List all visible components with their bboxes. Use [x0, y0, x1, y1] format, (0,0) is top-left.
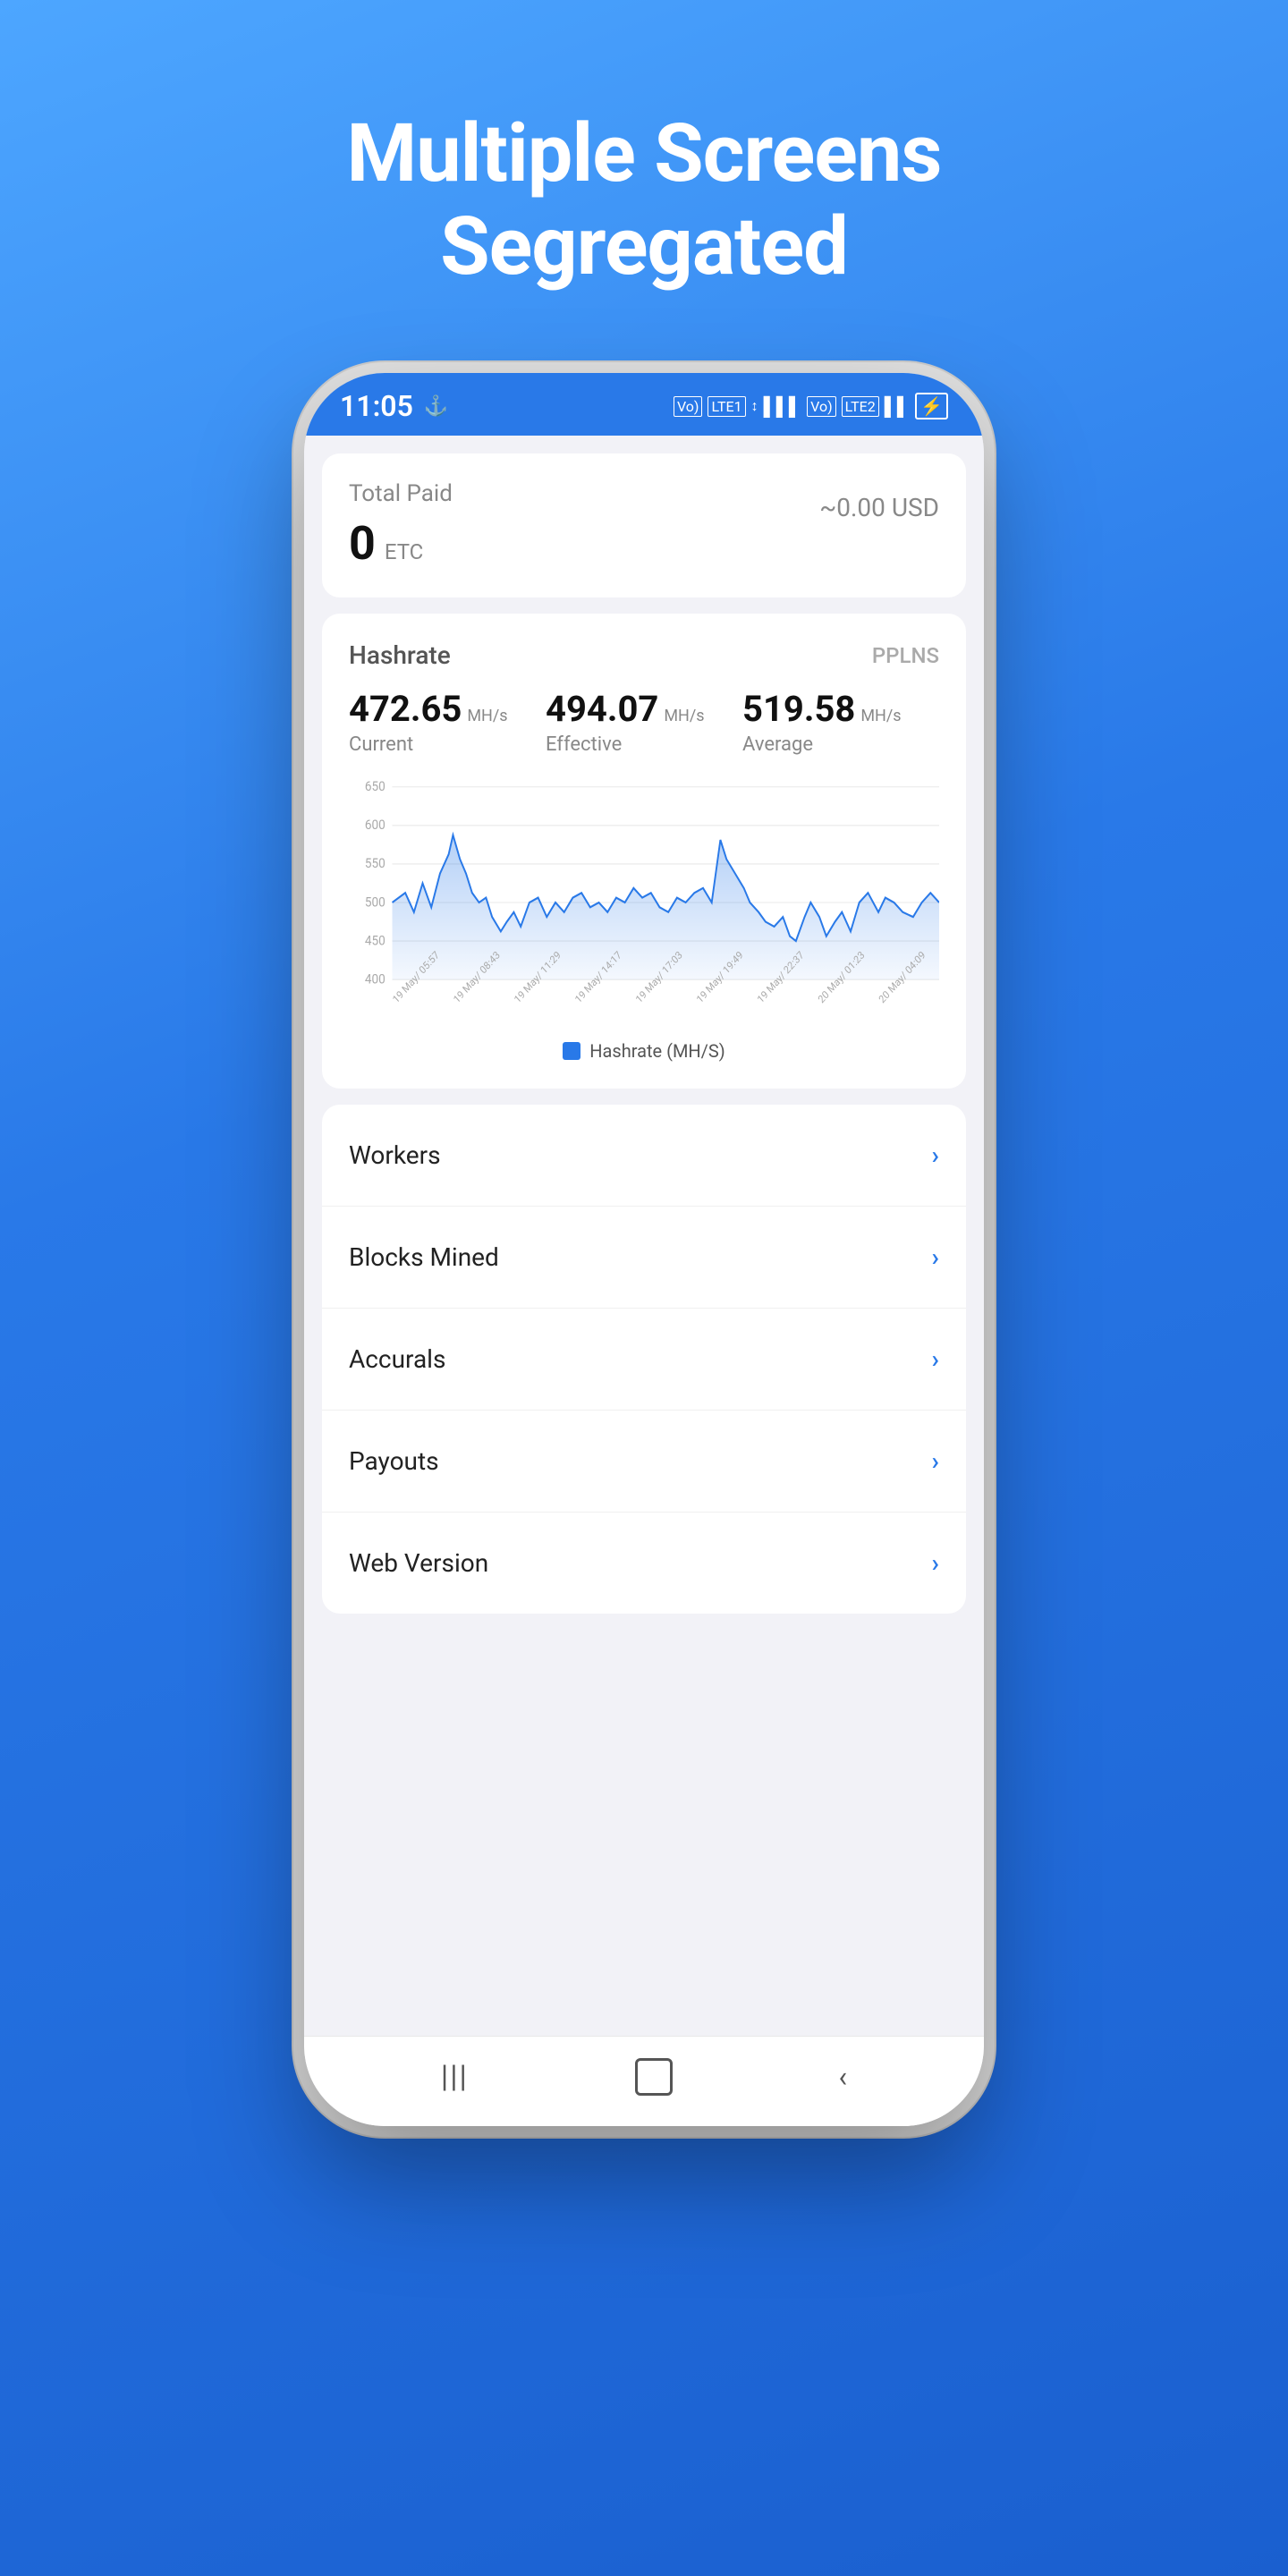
- menu-item-web-version[interactable]: Web Version ›: [322, 1513, 966, 1614]
- volte1-icon: Vo): [674, 396, 703, 417]
- app-content: Total Paid 0 ETC ~0.00 USD Hashrate PPLN…: [304, 436, 984, 2036]
- total-paid-card: Total Paid 0 ETC ~0.00 USD: [322, 453, 966, 597]
- menu-section: Workers › Blocks Mined › Accurals › Payo…: [322, 1105, 966, 1614]
- hashrate-mode: PPLNS: [872, 643, 939, 668]
- signal-bars2-icon: ▌▌: [885, 395, 910, 418]
- headline: Multiple Screens Segregated: [346, 107, 941, 292]
- hashrate-effective-value-row: 494.07 MH/s: [546, 688, 742, 730]
- hashrate-effective-label: Effective: [546, 733, 742, 756]
- status-bar: 11:05 ⚓ Vo) LTE1 ↕ ▌▌▌ Vo) LTE2 ▌▌ ⚡: [304, 373, 984, 436]
- battery-icon: ⚡: [915, 393, 948, 419]
- signal-bars1-icon: ▌▌▌: [764, 395, 802, 418]
- menu-item-workers[interactable]: Workers ›: [322, 1105, 966, 1207]
- headline-line1: Multiple Screens: [346, 106, 941, 200]
- hashrate-effective: 494.07 MH/s Effective: [546, 688, 742, 756]
- svg-text:550: 550: [365, 856, 386, 872]
- volte2-icon: Vo): [807, 396, 836, 417]
- svg-text:450: 450: [365, 933, 386, 949]
- menu-item-web-version-chevron: ›: [932, 1548, 939, 1578]
- status-icons: Vo) LTE1 ↕ ▌▌▌ Vo) LTE2 ▌▌ ⚡: [674, 393, 948, 419]
- svg-text:650: 650: [365, 778, 386, 794]
- nav-home-button[interactable]: [635, 2058, 673, 2096]
- total-paid-unit: ETC: [385, 539, 424, 564]
- lte2-label: LTE2: [842, 396, 879, 417]
- hashrate-chart: 650 600 550 500 450 400: [349, 777, 939, 1028]
- status-time: 11:05 ⚓: [340, 389, 448, 423]
- menu-item-blocks-mined[interactable]: Blocks Mined ›: [322, 1207, 966, 1309]
- menu-item-workers-chevron: ›: [932, 1140, 939, 1170]
- lte1-label: LTE1: [708, 396, 745, 417]
- hashrate-stats: 472.65 MH/s Current 494.07 MH/s Effectiv…: [349, 688, 939, 756]
- svg-text:600: 600: [365, 817, 386, 833]
- hashrate-header: Hashrate PPLNS: [349, 640, 939, 670]
- data-saver-icon: ⚓: [424, 395, 448, 418]
- hashrate-current: 472.65 MH/s Current: [349, 688, 546, 756]
- hashrate-average-label: Average: [742, 733, 939, 756]
- total-paid-value: 0: [349, 516, 376, 571]
- hashrate-effective-value: 494.07: [546, 688, 658, 730]
- signal-arrow-icon: ↕: [751, 397, 758, 415]
- hashrate-effective-unit: MH/s: [664, 707, 704, 725]
- bottom-nav: ||| ‹: [304, 2036, 984, 2126]
- hashrate-title: Hashrate: [349, 640, 451, 670]
- hashrate-card: Hashrate PPLNS 472.65 MH/s Current 494.0…: [322, 614, 966, 1089]
- hashrate-average-value: 519.58: [742, 688, 855, 730]
- hashrate-current-value-row: 472.65 MH/s: [349, 688, 546, 730]
- hashrate-average-unit: MH/s: [860, 707, 901, 725]
- legend-label: Hashrate (MH/S): [589, 1040, 725, 1062]
- hashrate-current-value: 472.65: [349, 688, 462, 730]
- menu-item-blocks-mined-chevron: ›: [932, 1242, 939, 1272]
- menu-item-accurals-label: Accurals: [349, 1344, 445, 1374]
- svg-text:400: 400: [365, 971, 386, 987]
- chart-legend: Hashrate (MH/S): [349, 1040, 939, 1062]
- menu-item-workers-label: Workers: [349, 1140, 441, 1170]
- menu-item-payouts-label: Payouts: [349, 1446, 439, 1476]
- menu-item-payouts-chevron: ›: [932, 1446, 939, 1476]
- menu-item-web-version-label: Web Version: [349, 1548, 488, 1578]
- hashrate-current-label: Current: [349, 733, 546, 756]
- total-paid-left: Total Paid 0 ETC: [349, 480, 453, 571]
- nav-back-button[interactable]: |||: [441, 2059, 469, 2095]
- menu-item-blocks-mined-label: Blocks Mined: [349, 1242, 499, 1272]
- menu-item-payouts[interactable]: Payouts ›: [322, 1411, 966, 1513]
- headline-line2: Segregated: [440, 199, 847, 293]
- total-paid-usd: ~0.00 USD: [819, 493, 939, 522]
- nav-recents-button[interactable]: ‹: [838, 2060, 847, 2094]
- menu-item-accurals-chevron: ›: [932, 1344, 939, 1374]
- total-paid-label: Total Paid: [349, 480, 453, 507]
- menu-item-accurals[interactable]: Accurals ›: [322, 1309, 966, 1411]
- hashrate-average: 519.58 MH/s Average: [742, 688, 939, 756]
- hashrate-current-unit: MH/s: [467, 707, 507, 725]
- hashrate-average-value-row: 519.58 MH/s: [742, 688, 939, 730]
- svg-text:500: 500: [365, 894, 386, 911]
- total-paid-amount: 0 ETC: [349, 516, 453, 571]
- phone-frame: 11:05 ⚓ Vo) LTE1 ↕ ▌▌▌ Vo) LTE2 ▌▌ ⚡ Tot…: [304, 373, 984, 2126]
- legend-color-box: [563, 1042, 580, 1060]
